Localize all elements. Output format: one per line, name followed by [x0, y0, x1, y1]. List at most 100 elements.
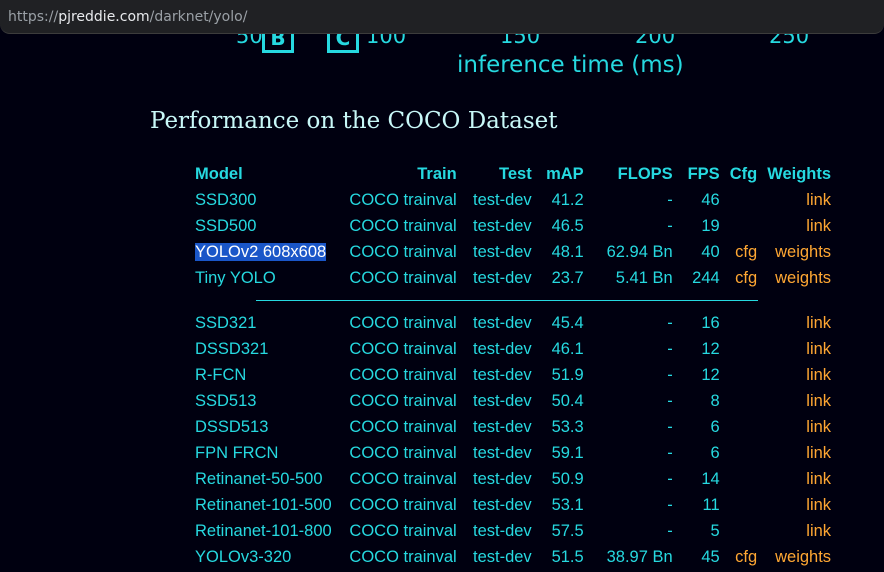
- table-row: SSD513 COCO trainval test-dev 50.4 - 8 link: [190, 388, 836, 414]
- cell-fps: 40: [701, 242, 720, 261]
- cell-test: test-dev: [472, 339, 532, 358]
- cfg-link[interactable]: cfg: [735, 243, 757, 261]
- cell-test: test-dev: [472, 443, 532, 462]
- weights-link[interactable]: weights: [775, 269, 831, 287]
- table-row: R-FCN COCO trainval test-dev 51.9 - 12 link: [190, 362, 836, 388]
- marker-b: B: [262, 34, 294, 53]
- header-fps: FPS: [687, 164, 720, 183]
- weights-link[interactable]: link: [806, 496, 831, 514]
- cell-train: COCO trainval: [349, 521, 457, 540]
- table-row: Retinanet-50-500 COCO trainval test-dev 50.…: [190, 466, 836, 492]
- x-axis-label: inference time (ms): [457, 52, 684, 78]
- cell-test: test-dev: [472, 547, 532, 566]
- cell-model: R-FCN: [195, 365, 247, 384]
- cell-train: COCO trainval: [349, 339, 457, 358]
- cell-train: COCO trainval: [349, 268, 457, 287]
- header-test: Test: [498, 164, 532, 183]
- table-row: FPN FRCN COCO trainval test-dev 59.1 - 6 link: [190, 440, 836, 466]
- cell-flops: -: [667, 443, 673, 462]
- weights-link[interactable]: link: [806, 470, 831, 488]
- url-prefix: https://: [8, 9, 59, 25]
- address-bar[interactable]: https://pjreddie.com/darknet/yolo/: [0, 0, 884, 34]
- cell-train: COCO trainval: [349, 190, 457, 209]
- cell-flops: -: [667, 216, 673, 235]
- cell-train: COCO trainval: [349, 443, 457, 462]
- weights-link[interactable]: weights: [775, 548, 831, 566]
- weights-link[interactable]: link: [806, 340, 831, 358]
- cell-fps: 45: [701, 547, 720, 566]
- weights-link[interactable]: link: [806, 366, 831, 384]
- table-row: DSSD321 COCO trainval test-dev 46.1 - 12 link: [190, 336, 836, 362]
- cell-flops: -: [667, 339, 673, 358]
- cfg-link[interactable]: cfg: [735, 548, 757, 566]
- cell-fps: 6: [710, 443, 720, 462]
- cell-test: test-dev: [472, 417, 532, 436]
- cell-map: 57.5: [551, 521, 584, 540]
- cell-map: 45.4: [551, 313, 584, 332]
- url-path: /darknet/yolo/: [149, 9, 248, 25]
- table-group-1: SSD300 COCO trainval test-dev 41.2 - 46 link SS…: [190, 187, 836, 291]
- x-tick-label: 250: [769, 34, 810, 48]
- cell-map: 46.5: [551, 216, 584, 235]
- cell-train: COCO trainval: [349, 469, 457, 488]
- cell-map: 46.1: [551, 339, 584, 358]
- cell-flops: 5.41 Bn: [615, 268, 673, 287]
- header-weights: Weights: [767, 164, 832, 183]
- cell-test: test-dev: [472, 216, 532, 235]
- cell-map: 41.2: [551, 190, 584, 209]
- weights-link[interactable]: link: [806, 191, 831, 209]
- cell-model: SSD513: [195, 391, 257, 410]
- weights-link[interactable]: link: [806, 444, 831, 462]
- header-flops: FLOPS: [617, 164, 673, 183]
- x-tick-label: 150: [500, 34, 541, 48]
- marker-c: C: [327, 34, 359, 53]
- separator-line: [256, 300, 759, 301]
- weights-link[interactable]: link: [806, 522, 831, 540]
- cell-map: 53.3: [551, 417, 584, 436]
- table-header-row: Model Train Test mAP FLOPS FPS Cfg Weigh…: [190, 161, 836, 187]
- cell-test: test-dev: [472, 391, 532, 410]
- cell-model: Retinanet-101-800: [195, 521, 332, 540]
- cell-flops: -: [667, 313, 673, 332]
- cell-fps: 12: [701, 339, 720, 358]
- cell-train: COCO trainval: [349, 365, 457, 384]
- performance-table: Model Train Test mAP FLOPS FPS Cfg Weigh…: [190, 161, 836, 570]
- cell-model: YOLOv3-320: [195, 547, 292, 566]
- cell-test: test-dev: [472, 268, 532, 287]
- weights-link[interactable]: link: [806, 217, 831, 235]
- cell-train: COCO trainval: [349, 242, 457, 261]
- cell-model: SSD300: [195, 190, 257, 209]
- cell-fps: 19: [701, 216, 720, 235]
- cell-model: Retinanet-50-500: [195, 469, 323, 488]
- table-row: Tiny YOLO COCO trainval test-dev 23.7 5.41 B…: [190, 265, 836, 291]
- weights-link[interactable]: weights: [775, 243, 831, 261]
- table-row: Retinanet-101-800 COCO trainval test-dev 57…: [190, 518, 836, 544]
- cell-train: COCO trainval: [349, 495, 457, 514]
- weights-link[interactable]: link: [806, 314, 831, 332]
- cell-fps: 16: [701, 313, 720, 332]
- cell-model: FPN FRCN: [195, 443, 279, 462]
- table-row: SSD500 COCO trainval test-dev 46.5 - 19 link: [190, 213, 836, 239]
- cell-fps: 11: [702, 495, 720, 514]
- table-row: DSSD513 COCO trainval test-dev 53.3 - 6 link: [190, 414, 836, 440]
- cell-flops: -: [667, 495, 673, 514]
- cell-fps: 46: [701, 190, 720, 209]
- cell-train: COCO trainval: [349, 417, 457, 436]
- cell-fps: 6: [710, 417, 720, 436]
- cell-test: test-dev: [472, 190, 532, 209]
- cell-test: test-dev: [472, 469, 532, 488]
- cell-test: test-dev: [472, 313, 532, 332]
- cell-model: SSD500: [195, 216, 257, 235]
- cell-fps: 12: [701, 365, 720, 384]
- weights-link[interactable]: link: [806, 392, 831, 410]
- cell-map: 48.1: [551, 242, 584, 261]
- cell-test: test-dev: [472, 521, 532, 540]
- cfg-link[interactable]: cfg: [735, 269, 757, 287]
- cell-flops: -: [667, 417, 673, 436]
- weights-link[interactable]: link: [806, 418, 831, 436]
- url-text[interactable]: https://pjreddie.com/darknet/yolo/: [8, 9, 247, 25]
- section-heading: Performance on the COCO Dataset: [150, 108, 558, 134]
- cell-fps: 14: [701, 469, 720, 488]
- cell-flops: 38.97 Bn: [606, 547, 673, 566]
- cell-map: 59.1: [551, 443, 584, 462]
